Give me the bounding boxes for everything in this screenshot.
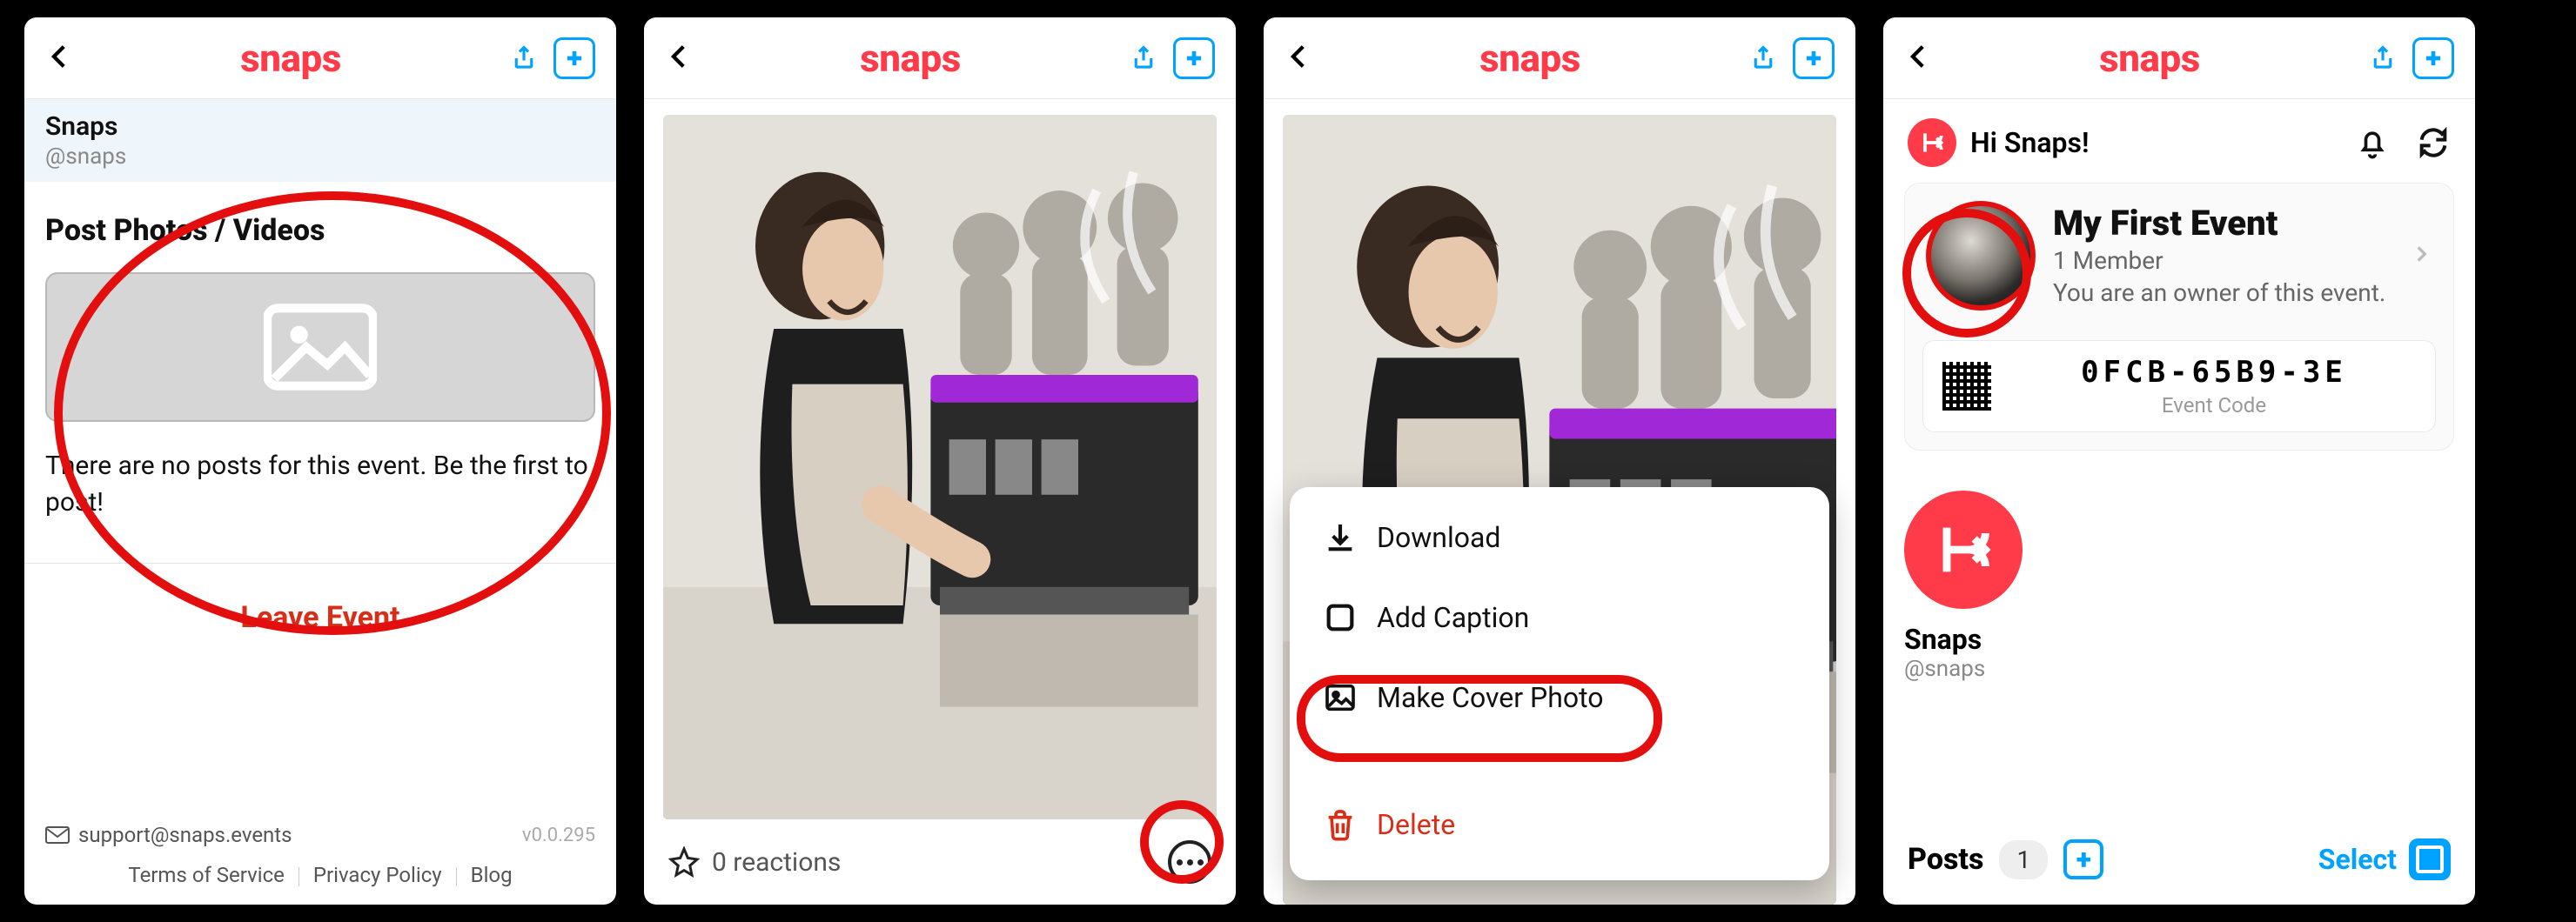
photo-options-menu: Download Add Caption Make Cover Photo De… <box>1290 487 1829 880</box>
menu-caption-label: Add Caption <box>1377 601 1529 634</box>
bottom-bar: Posts 1 + Select <box>1883 819 2475 905</box>
footer: support@snaps.events v0.0.295 <box>24 807 616 858</box>
event-code: 0FCB-65B9-3E <box>2012 355 2416 390</box>
share-button[interactable] <box>2365 37 2400 79</box>
share-button[interactable] <box>506 37 541 79</box>
menu-delete[interactable]: Delete <box>1290 785 1829 865</box>
qr-code-icon <box>1942 362 1991 411</box>
post-photo[interactable] <box>663 115 1217 819</box>
app-logo: snaps <box>240 36 341 81</box>
reactions-bar: 0 reactions <box>663 819 1217 905</box>
screen-2-photo-view: snaps <box>644 17 1236 905</box>
snaps-handle: @snaps <box>1904 656 2454 682</box>
post-heading: Post Photos / Videos <box>45 213 595 248</box>
refresh-icon[interactable] <box>2416 125 2451 160</box>
version-label: v0.0.295 <box>522 825 595 846</box>
account-name: Snaps <box>45 111 595 142</box>
account-header: Snaps @snaps <box>24 99 616 182</box>
share-button[interactable] <box>1126 37 1161 79</box>
posts-label: Posts <box>1908 842 1983 877</box>
upload-zone[interactable] <box>45 272 595 422</box>
screen-4-event-home: snaps Hi Snaps! My F <box>1883 17 2475 905</box>
add-button[interactable] <box>553 37 595 79</box>
blog-link[interactable]: Blog <box>471 863 513 887</box>
menu-make-cover[interactable]: Make Cover Photo <box>1290 658 1829 738</box>
barista-illustration <box>663 115 1217 819</box>
support-email-text: support@snaps.events <box>78 823 292 847</box>
top-bar: snaps <box>1883 17 2475 99</box>
screen-3-photo-menu: snaps <box>1264 17 1855 905</box>
menu-cover-label: Make Cover Photo <box>1377 681 1604 714</box>
leave-event-button[interactable]: Leave Event <box>24 564 616 671</box>
app-logo: snaps <box>1479 36 1580 81</box>
select-button[interactable]: Select <box>2318 838 2451 880</box>
support-email-link[interactable]: support@snaps.events <box>45 823 292 847</box>
footer-links: Terms of Service Privacy Policy Blog <box>24 858 616 905</box>
select-label: Select <box>2318 843 2397 876</box>
post-section: Post Photos / Videos There are no posts … <box>24 182 616 542</box>
event-member-count: 1 Member <box>2053 246 2392 275</box>
app-logo: snaps <box>860 36 961 81</box>
reactions-count: 0 reactions <box>712 847 841 878</box>
download-icon <box>1323 520 1358 555</box>
event-code-label: Event Code <box>2012 393 2416 418</box>
posts-count-pill: 1 <box>1999 840 2048 879</box>
snaps-name: Snaps <box>1904 623 2454 656</box>
greeting-text: Hi Snaps! <box>1970 126 2090 159</box>
mail-icon <box>45 826 70 844</box>
top-bar: snaps <box>1264 17 1855 99</box>
caption-icon <box>1323 600 1358 635</box>
bell-icon[interactable] <box>2355 125 2390 160</box>
empty-posts-message: There are no posts for this event. Be th… <box>45 448 595 521</box>
image-placeholder-icon <box>264 304 377 391</box>
menu-add-caption[interactable]: Add Caption <box>1290 578 1829 658</box>
event-cover-thumbnail <box>1926 201 2036 311</box>
star-icon[interactable] <box>668 846 700 878</box>
chevron-right-icon <box>2410 243 2432 269</box>
snaps-logo-icon <box>1908 118 1956 167</box>
more-options-button[interactable] <box>1168 840 1211 884</box>
greeting-bar: Hi Snaps! <box>1883 99 2475 176</box>
app-logo: snaps <box>2099 36 2200 81</box>
terms-link[interactable]: Terms of Service <box>128 863 299 887</box>
photo-area: 0 reactions <box>644 99 1236 905</box>
back-button[interactable] <box>1904 42 1934 75</box>
privacy-link[interactable]: Privacy Policy <box>313 863 457 887</box>
screen-1-event-page: snaps Snaps @snaps Post Photos / Videos … <box>24 17 616 905</box>
add-button[interactable] <box>1793 37 1835 79</box>
back-button[interactable] <box>1285 42 1314 75</box>
back-button[interactable] <box>45 42 75 75</box>
menu-download[interactable]: Download <box>1290 498 1829 578</box>
top-bar: snaps <box>644 17 1236 99</box>
menu-download-label: Download <box>1377 521 1500 554</box>
menu-spacer <box>1290 738 1829 785</box>
menu-delete-label: Delete <box>1377 808 1455 841</box>
top-bar: snaps <box>24 17 616 99</box>
back-button[interactable] <box>665 42 694 75</box>
event-card: My First Event 1 Member You are an owner… <box>1904 183 2454 451</box>
trash-icon <box>1323 807 1358 842</box>
event-owner-note: You are an owner of this event. <box>2053 278 2392 307</box>
event-row[interactable]: My First Event 1 Member You are an owner… <box>1905 184 2453 328</box>
snaps-user-card[interactable]: Snaps @snaps <box>1904 491 2454 682</box>
image-icon <box>1323 680 1358 715</box>
add-button[interactable] <box>1173 37 1215 79</box>
account-handle: @snaps <box>45 144 595 170</box>
select-icon <box>2409 838 2451 880</box>
add-post-button[interactable]: + <box>2063 839 2103 879</box>
event-code-box[interactable]: 0FCB-65B9-3E Event Code <box>1922 340 2436 432</box>
snaps-avatar-icon <box>1904 491 2023 609</box>
add-button[interactable] <box>2412 37 2454 79</box>
event-title: My First Event <box>2053 204 2392 243</box>
share-button[interactable] <box>1746 37 1781 79</box>
